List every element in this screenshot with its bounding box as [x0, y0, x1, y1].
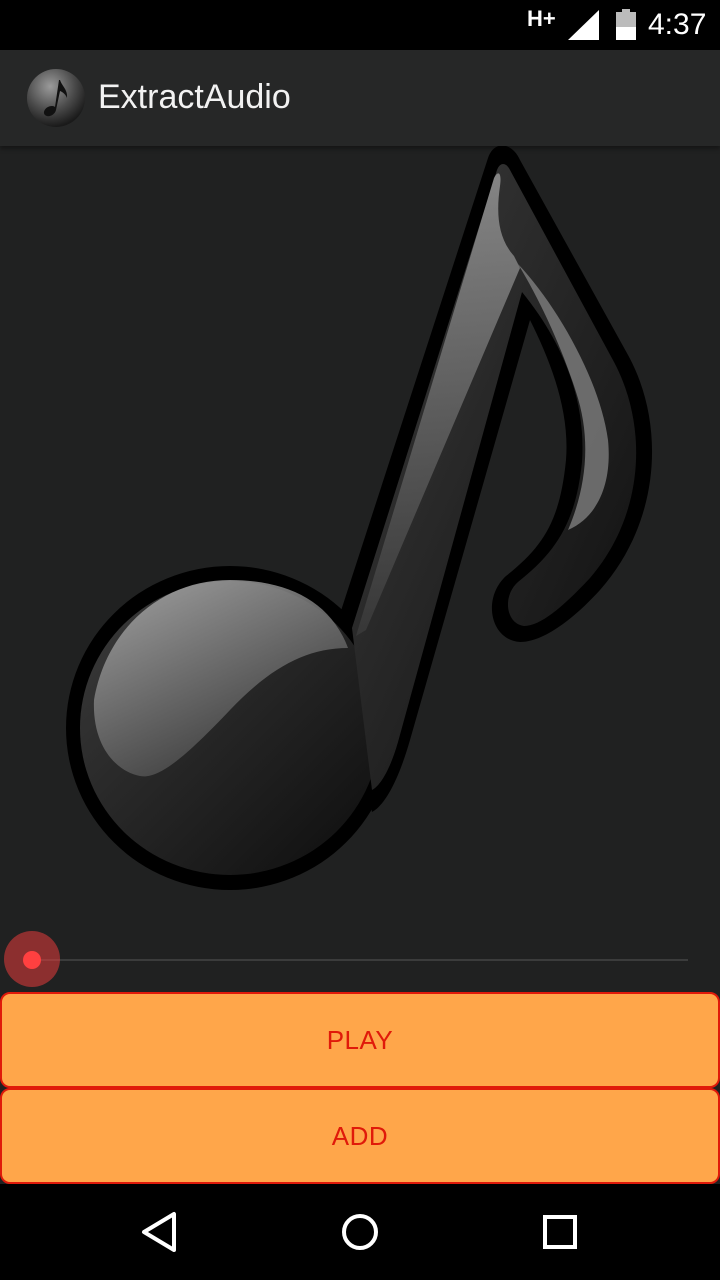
playback-seekbar[interactable] — [0, 930, 720, 990]
battery-icon — [616, 9, 636, 40]
signal-icon — [568, 10, 599, 40]
music-note-icon — [27, 69, 85, 127]
seekbar-track[interactable] — [32, 959, 688, 961]
add-button[interactable]: ADD — [0, 1088, 720, 1184]
clock: 4:37 — [648, 8, 707, 41]
seekbar-thumb[interactable] — [23, 951, 41, 969]
status-bar: H+ 4:37 — [0, 0, 720, 50]
recents-icon[interactable] — [538, 1210, 582, 1254]
music-note-icon — [66, 146, 653, 890]
back-icon[interactable] — [138, 1210, 182, 1254]
play-button[interactable]: PLAY — [0, 992, 720, 1088]
app-title: ExtractAudio — [98, 78, 291, 116]
home-icon[interactable] — [338, 1210, 382, 1254]
app-bar: ExtractAudio — [0, 50, 720, 146]
network-type-label: H+ — [527, 6, 556, 31]
system-nav-bar — [0, 1184, 720, 1280]
